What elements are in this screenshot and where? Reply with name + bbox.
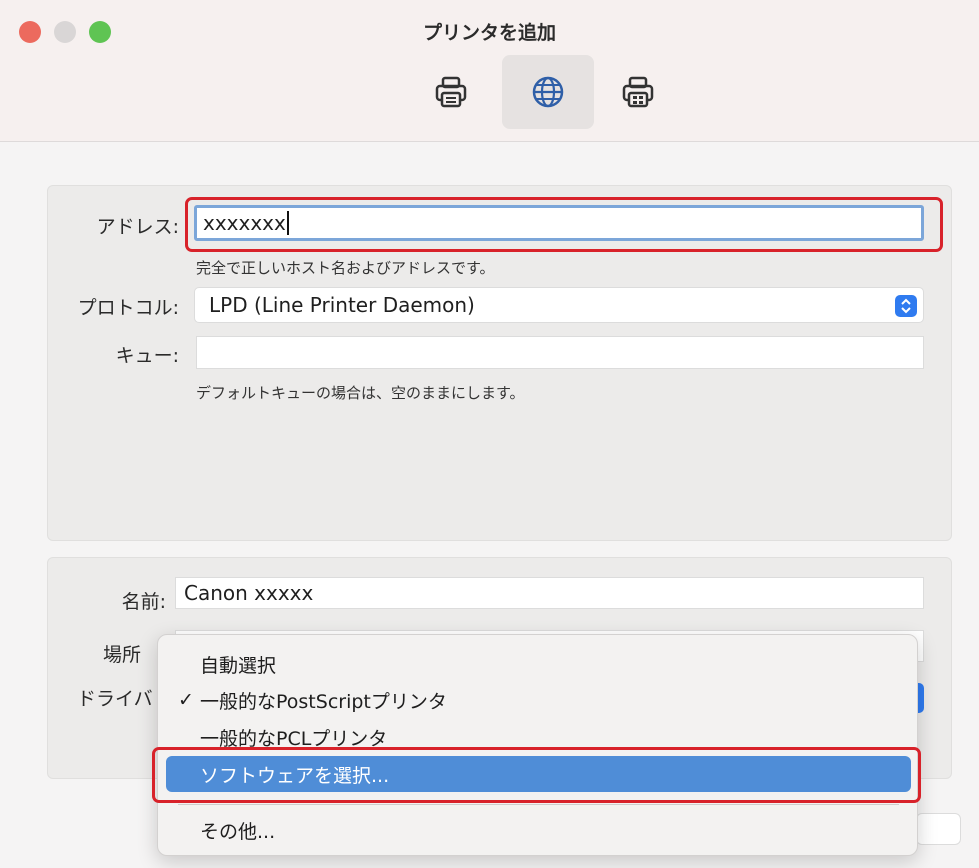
- name-label: 名前:: [121, 591, 166, 613]
- menu-item-label: ソフトウェアを選択...: [200, 764, 390, 787]
- menu-item-label: 一般的なPostScriptプリンタ: [200, 690, 447, 713]
- address-value: xxxxxxx: [203, 211, 286, 235]
- menu-item-generic-postscript[interactable]: ✓ 一般的なPostScriptプリンタ: [166, 682, 911, 718]
- printer-windows-icon: [622, 76, 654, 108]
- name-field[interactable]: Canon xxxxx: [175, 577, 924, 609]
- location-label: 場所: [103, 644, 142, 666]
- menu-item-label: 一般的なPCLプリンタ: [200, 727, 388, 750]
- address-hint: 完全で正しいホスト名およびアドレスです。: [196, 259, 495, 277]
- window-title: プリンタを追加: [422, 22, 556, 44]
- checkmark-icon: ✓: [178, 689, 194, 711]
- menu-item-label: 自動選択: [200, 654, 277, 677]
- menu-item-generic-pcl[interactable]: 一般的なPCLプリンタ: [166, 719, 911, 755]
- protocol-select[interactable]: LPD (Line Printer Daemon): [194, 287, 924, 323]
- address-label: アドレス:: [96, 216, 179, 238]
- menu-item-other[interactable]: その他...: [166, 812, 911, 848]
- menu-item-label: その他...: [200, 820, 276, 843]
- printer-icon: [435, 76, 467, 108]
- menu-separator: [178, 804, 899, 805]
- menu-item-auto[interactable]: 自動選択: [166, 646, 911, 682]
- chevron-updown-icon: [895, 295, 917, 317]
- queue-hint: デフォルトキューの場合は、空のままにします。: [196, 384, 525, 402]
- queue-field[interactable]: [196, 336, 924, 369]
- queue-label: キュー:: [115, 345, 179, 367]
- globe-icon: [532, 76, 564, 108]
- protocol-value: LPD (Line Printer Daemon): [209, 293, 475, 317]
- driver-menu: 自動選択 ✓ 一般的なPostScriptプリンタ 一般的なPCLプリンタ ソフ…: [157, 634, 918, 856]
- text-caret: [286, 211, 289, 235]
- driver-label: ドライバ: [77, 688, 153, 710]
- toolbar-ip-button[interactable]: [502, 55, 594, 129]
- add-button[interactable]: [916, 813, 961, 845]
- menu-item-select-software[interactable]: ソフトウェアを選択...: [166, 756, 911, 792]
- window-toolbar: プリンタを追加: [0, 0, 979, 142]
- protocol-label: プロトコル:: [77, 297, 179, 319]
- toolbar-default-button[interactable]: [405, 55, 497, 129]
- address-field[interactable]: xxxxxxx: [194, 205, 924, 241]
- toolbar-windows-button[interactable]: [592, 55, 684, 129]
